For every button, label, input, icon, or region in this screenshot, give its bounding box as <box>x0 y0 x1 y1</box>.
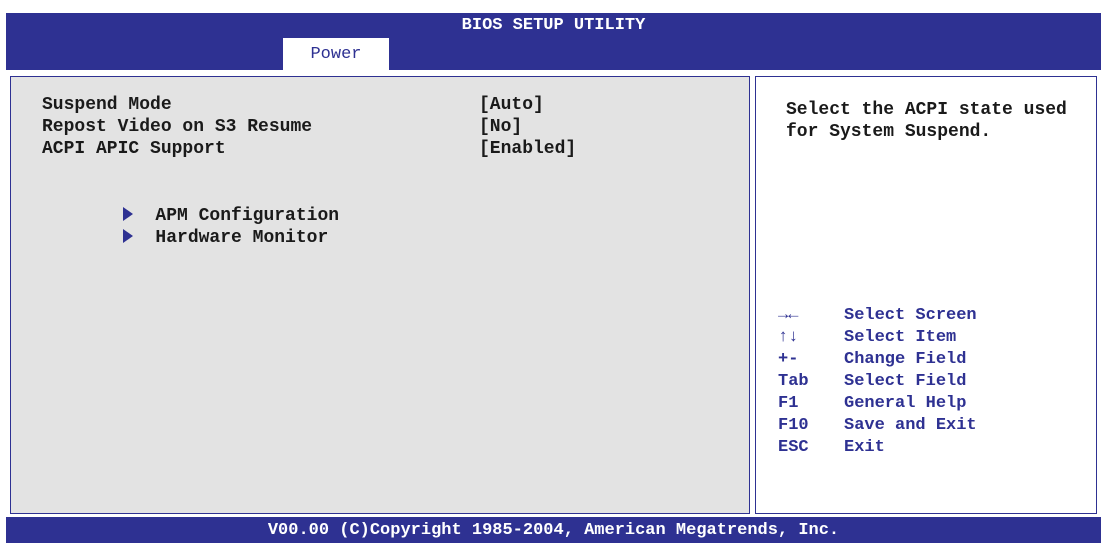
key-name: F10 <box>778 416 809 435</box>
key-action: Select Screen <box>844 306 977 325</box>
tab-power[interactable]: Power <box>283 38 389 70</box>
key-action: General Help <box>844 394 967 413</box>
key-name: F1 <box>778 394 799 413</box>
key-action: Exit <box>844 438 885 457</box>
key-name: →← <box>778 306 799 325</box>
setting-label-suspend-mode[interactable]: Suspend Mode <box>42 94 172 116</box>
key-action: Select Field <box>844 372 967 391</box>
setting-label-repost-video[interactable]: Repost Video on S3 Resume <box>42 116 312 138</box>
setting-value-repost-video[interactable]: [No] <box>479 116 522 138</box>
main-panel: Suspend Mode [Auto] Repost Video on S3 R… <box>6 70 1101 517</box>
key-legend-row: +- Change Field <box>778 349 966 371</box>
submenu-label: Hardware Monitor <box>155 228 329 248</box>
bios-title: BIOS SETUP UTILITY <box>461 16 646 35</box>
key-name: ↑↓ <box>778 328 799 347</box>
key-legend-row: ↑↓ Select Item <box>778 327 956 349</box>
help-pane: Select the ACPI state used for System Su… <box>755 76 1097 514</box>
key-action: Change Field <box>844 350 967 369</box>
key-legend-row: F1 General Help <box>778 393 966 415</box>
key-legend-row: ESC Exit <box>778 437 885 459</box>
key-legend-row: →← Select Screen <box>778 305 977 327</box>
key-name: ESC <box>778 438 809 457</box>
key-legend-row: F10 Save and Exit <box>778 415 977 437</box>
bios-window: BIOS SETUP UTILITY Power Suspend Mode [A… <box>6 13 1101 543</box>
setting-value-acpi-apic[interactable]: [Enabled] <box>479 138 576 160</box>
settings-pane: Suspend Mode [Auto] Repost Video on S3 R… <box>10 76 750 514</box>
key-name: +- <box>778 350 799 369</box>
copyright-footer: V00.00 (C)Copyright 1985-2004, American … <box>267 521 840 540</box>
submenu-arrow-icon <box>123 229 134 243</box>
key-action: Save and Exit <box>844 416 977 435</box>
help-text: Select the ACPI state used for System Su… <box>786 100 1067 142</box>
key-name: Tab <box>778 372 809 391</box>
setting-value-suspend-mode[interactable]: [Auto] <box>479 94 544 116</box>
submenu-hardware-monitor[interactable]: Hardware Monitor <box>37 205 328 271</box>
key-action: Select Item <box>844 328 957 347</box>
setting-label-acpi-apic[interactable]: ACPI APIC Support <box>42 138 226 160</box>
key-legend-row: Tab Select Field <box>778 371 966 393</box>
